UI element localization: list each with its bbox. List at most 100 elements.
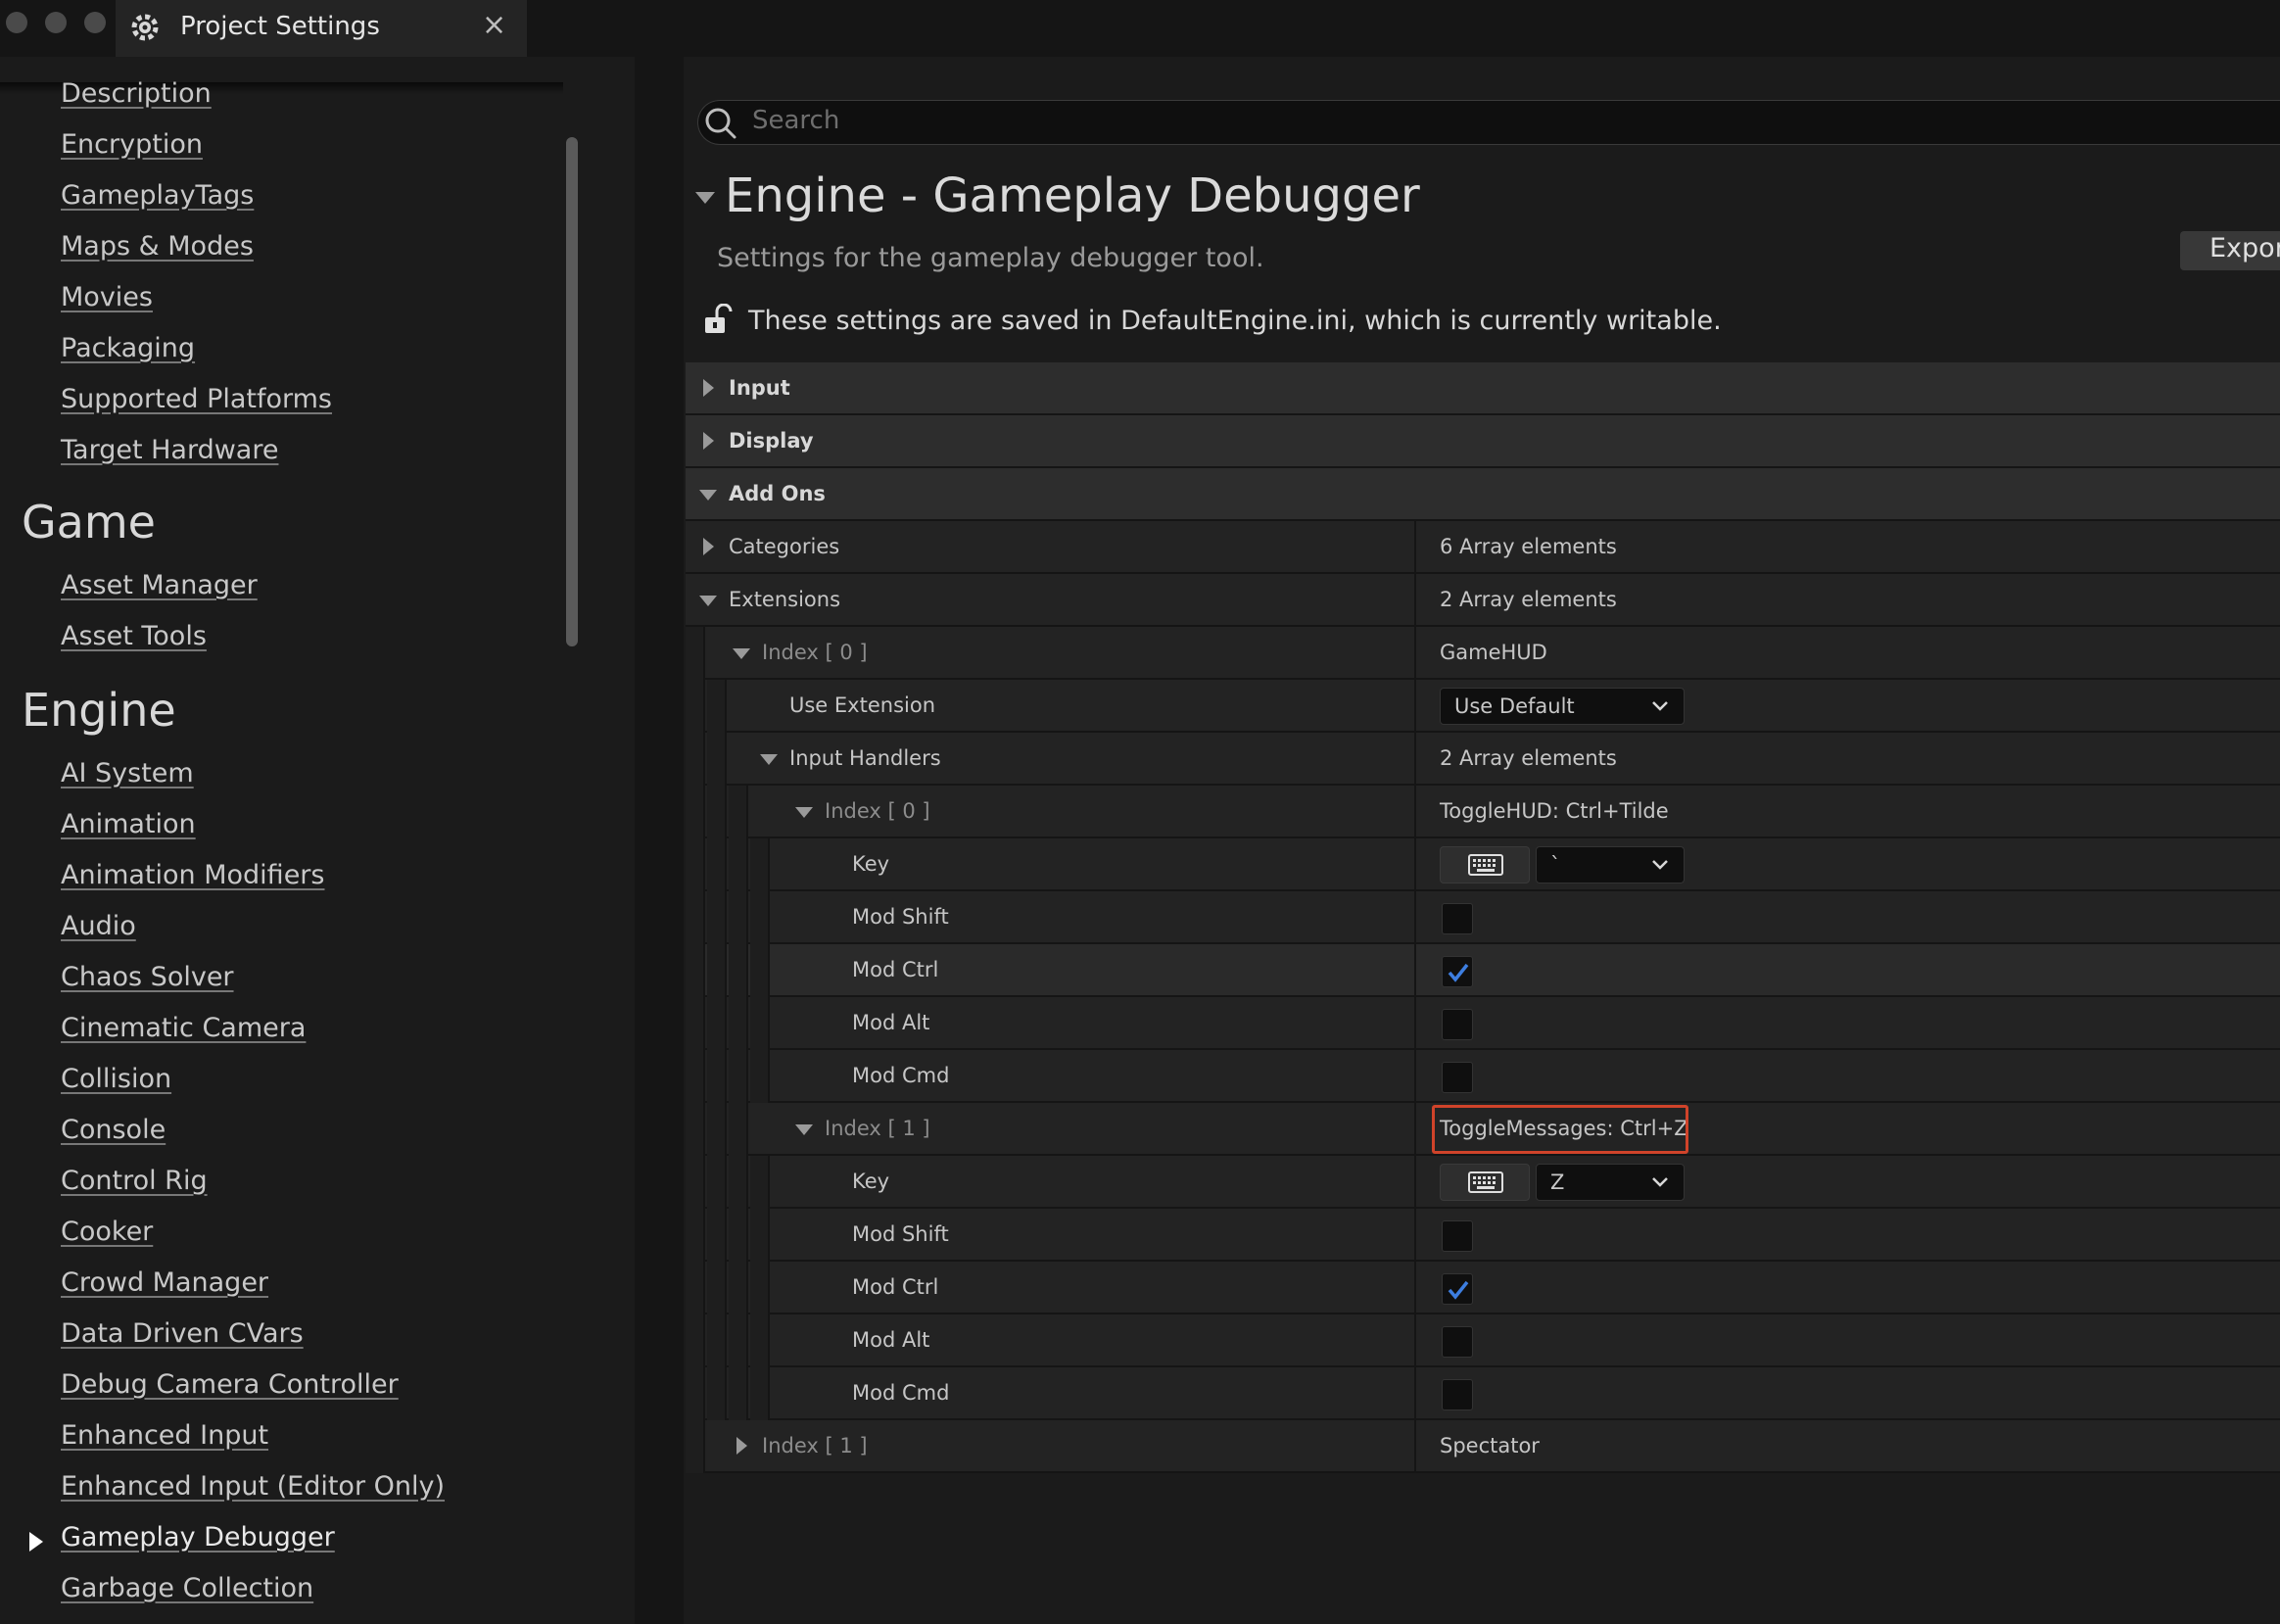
checkbox[interactable] [1442, 1379, 1473, 1410]
row-mod-cmd[interactable]: Mod Cmd [686, 1050, 2280, 1103]
checkbox[interactable] [1442, 1062, 1473, 1093]
collapse-arrow-icon[interactable] [699, 596, 717, 606]
sidebar-item-asset-tools[interactable]: Asset Tools [61, 621, 207, 651]
row-mod-cmd[interactable]: Mod Cmd [686, 1367, 2280, 1420]
window-close-dot[interactable] [6, 12, 27, 33]
section-collapse-arrow-icon[interactable] [695, 192, 715, 204]
collapse-arrow-icon[interactable] [760, 754, 778, 765]
sidebar-item-control-rig[interactable]: Control Rig [61, 1166, 208, 1196]
sidebar-item-collision[interactable]: Collision [61, 1064, 171, 1094]
sidebar-item-data-driven-cvars[interactable]: Data Driven CVars [61, 1318, 304, 1349]
column-divider[interactable] [1414, 1050, 1416, 1101]
sidebar-item-garbage-collection[interactable]: Garbage Collection [61, 1573, 313, 1603]
sidebar-item-encryption[interactable]: Encryption [61, 129, 203, 160]
key-capture-button[interactable] [1440, 846, 1530, 884]
sidebar-item-enhanced-input[interactable]: Enhanced Input [61, 1420, 268, 1451]
row-key[interactable]: Key ` [686, 838, 2280, 891]
column-divider[interactable] [1414, 680, 1416, 731]
column-divider[interactable] [1414, 1209, 1416, 1260]
column-divider[interactable] [1414, 891, 1416, 942]
column-divider[interactable] [1414, 838, 1416, 889]
checkbox[interactable] [1442, 956, 1473, 987]
sidebar-item-gameplay-debugger[interactable]: Gameplay Debugger [61, 1522, 335, 1552]
use-extension-dropdown[interactable]: Use Default [1440, 688, 1685, 725]
checkbox[interactable] [1442, 1326, 1473, 1358]
row-extension-index-0[interactable]: Index [ 0 ] GameHUD [686, 627, 2280, 680]
sidebar-item-enhanced-input-editor-only[interactable]: Enhanced Input (Editor Only) [61, 1471, 445, 1502]
property-name: Mod Ctrl [852, 958, 939, 981]
key-dropdown[interactable]: ` [1536, 846, 1685, 884]
category-input[interactable]: Input [686, 362, 2280, 415]
row-extension-index-1[interactable]: Index [ 1 ] Spectator [686, 1420, 2280, 1473]
column-divider[interactable] [1414, 786, 1416, 836]
row-input-handler-index-1[interactable]: Index [ 1 ] ToggleMessages: Ctrl+Z [686, 1103, 2280, 1156]
sidebar-item-crowd-manager[interactable]: Crowd Manager [61, 1267, 268, 1298]
sidebar-item-ai-system[interactable]: AI System [61, 758, 194, 788]
sidebar-item-console[interactable]: Console [61, 1115, 166, 1145]
row-mod-ctrl[interactable]: Mod Ctrl [686, 1262, 2280, 1314]
collapse-arrow-icon[interactable] [699, 490, 717, 501]
column-divider[interactable] [1414, 521, 1416, 572]
expand-arrow-icon[interactable] [703, 432, 714, 450]
sidebar-item-animation-modifiers[interactable]: Animation Modifiers [61, 860, 324, 890]
sidebar-item-chaos-solver[interactable]: Chaos Solver [61, 962, 234, 992]
sidebar-item-supported-platforms[interactable]: Supported Platforms [61, 384, 332, 414]
sidebar-scrollbar[interactable] [566, 137, 578, 646]
column-divider[interactable] [1414, 1156, 1416, 1207]
search-input[interactable]: Search [752, 106, 839, 135]
row-use-extension[interactable]: Use Extension Use Default [686, 680, 2280, 733]
key-capture-button[interactable] [1440, 1164, 1530, 1201]
checkbox[interactable] [1442, 1220, 1473, 1252]
window-maximize-dot[interactable] [84, 12, 106, 33]
export-button[interactable]: Export [2180, 231, 2280, 270]
window-minimize-dot[interactable] [45, 12, 67, 33]
checkbox[interactable] [1442, 1009, 1473, 1040]
column-divider[interactable] [1414, 1314, 1416, 1365]
row-input-handler-index-0[interactable]: Index [ 0 ] ToggleHUD: Ctrl+Tilde [686, 786, 2280, 838]
column-divider[interactable] [1414, 627, 1416, 678]
sidebar-item-debug-camera-controller[interactable]: Debug Camera Controller [61, 1369, 399, 1400]
search-icon [705, 108, 736, 139]
sidebar-item-asset-manager[interactable]: Asset Manager [61, 570, 258, 600]
column-divider[interactable] [1414, 1103, 1416, 1154]
sidebar-item-description[interactable]: Description [61, 78, 212, 109]
category-display[interactable]: Display [686, 415, 2280, 468]
row-extensions[interactable]: Extensions 2 Array elements [686, 574, 2280, 627]
row-mod-shift[interactable]: Mod Shift [686, 891, 2280, 944]
row-mod-shift[interactable]: Mod Shift [686, 1209, 2280, 1262]
checkbox[interactable] [1442, 903, 1473, 934]
row-categories[interactable]: Categories 6 Array elements [686, 521, 2280, 574]
row-input-handlers[interactable]: Input Handlers 2 Array elements [686, 733, 2280, 786]
expand-arrow-icon[interactable] [703, 538, 714, 555]
sidebar-item-maps-modes[interactable]: Maps & Modes [61, 231, 254, 262]
column-divider[interactable] [1414, 574, 1416, 625]
expand-arrow-icon[interactable] [736, 1437, 747, 1455]
sidebar-item-audio[interactable]: Audio [61, 911, 136, 941]
expand-arrow-icon[interactable] [703, 379, 714, 397]
sidebar-item-target-hardware[interactable]: Target Hardware [61, 435, 278, 465]
sidebar-item-packaging[interactable]: Packaging [61, 333, 195, 363]
category-add-ons[interactable]: Add Ons [686, 468, 2280, 521]
column-divider[interactable] [1414, 1367, 1416, 1418]
sidebar-item-cinematic-camera[interactable]: Cinematic Camera [61, 1013, 306, 1043]
tab-close-button[interactable]: × [482, 8, 506, 42]
sidebar-item-cooker[interactable]: Cooker [61, 1217, 153, 1247]
column-divider[interactable] [1414, 997, 1416, 1048]
key-dropdown[interactable]: Z [1536, 1164, 1685, 1201]
sidebar-item-gameplaytags[interactable]: GameplayTags [61, 180, 254, 211]
collapse-arrow-icon[interactable] [733, 648, 750, 659]
column-divider[interactable] [1414, 1420, 1416, 1471]
sidebar-item-animation[interactable]: Animation [61, 809, 196, 839]
collapse-arrow-icon[interactable] [795, 1124, 813, 1135]
row-mod-alt[interactable]: Mod Alt [686, 1314, 2280, 1367]
row-mod-alt[interactable]: Mod Alt [686, 997, 2280, 1050]
column-divider[interactable] [1414, 1262, 1416, 1313]
row-mod-ctrl[interactable]: Mod Ctrl [686, 944, 2280, 997]
search-box[interactable] [697, 100, 2280, 145]
collapse-arrow-icon[interactable] [795, 807, 813, 818]
column-divider[interactable] [1414, 944, 1416, 995]
column-divider[interactable] [1414, 733, 1416, 784]
checkbox[interactable] [1442, 1273, 1473, 1305]
sidebar-item-movies[interactable]: Movies [61, 282, 153, 312]
row-key[interactable]: Key Z [686, 1156, 2280, 1209]
